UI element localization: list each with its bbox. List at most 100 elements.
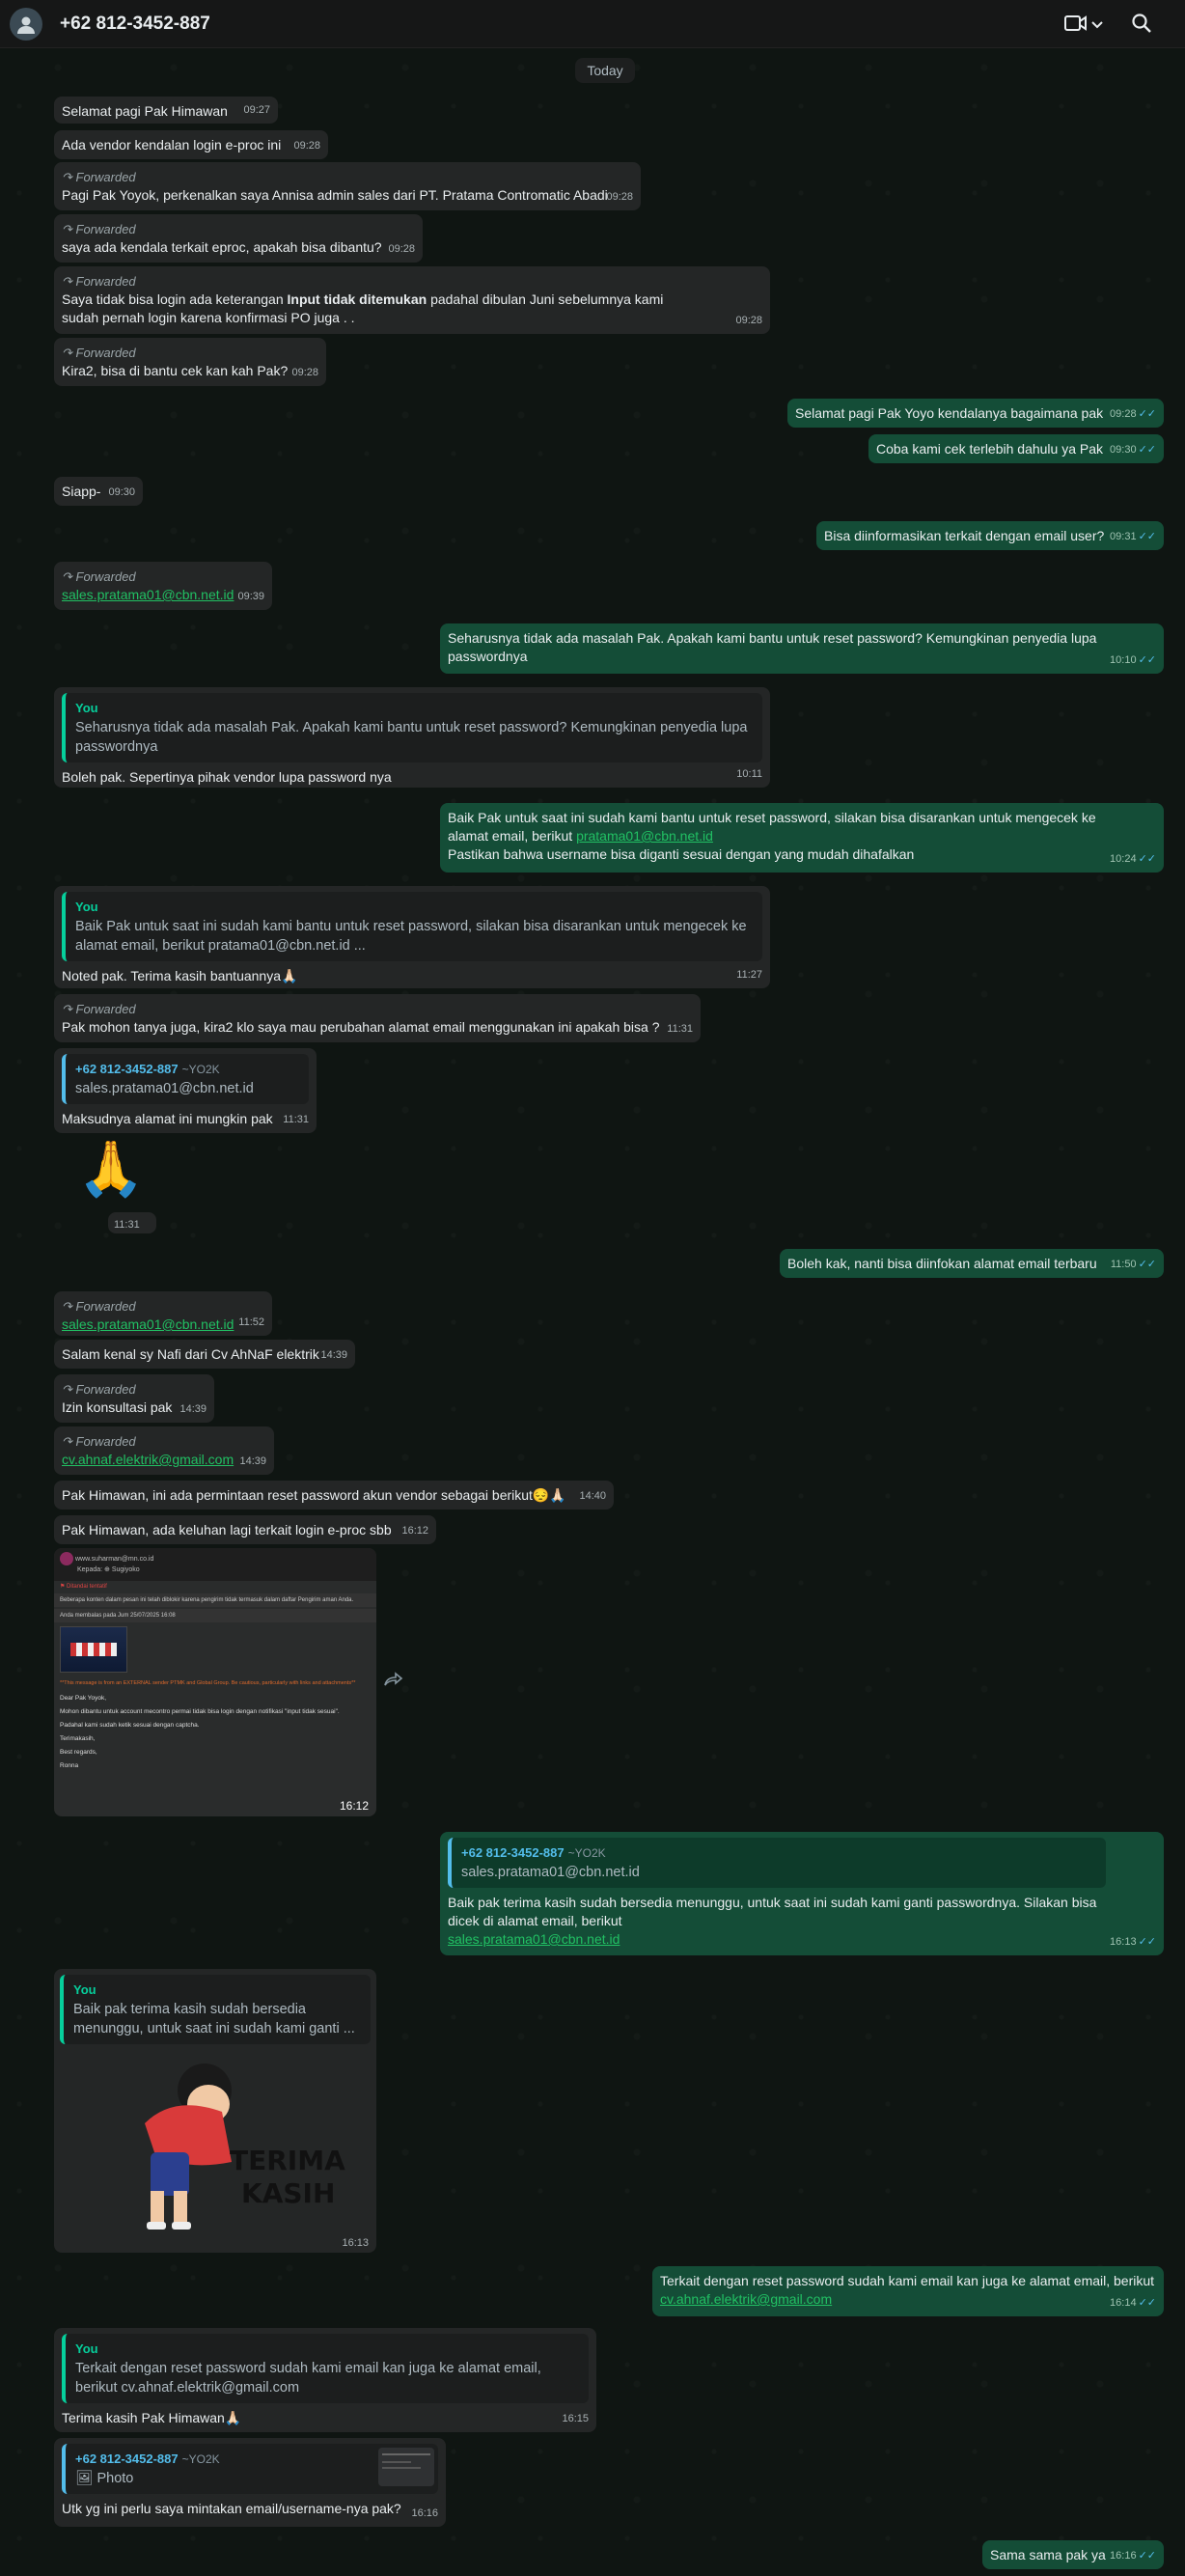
- quoted-sender: +62 812-3452-887 ~YO2K: [75, 2451, 220, 2466]
- message-time: 16:13 ✓✓: [1110, 1936, 1156, 1948]
- message-text: Baik Pak untuk saat ini sudah kami bantu…: [448, 810, 1096, 844]
- terima-kasih-sticker: TERIMA KASIH: [116, 2056, 345, 2239]
- quoted-text: sales.pratama01@cbn.net.id: [461, 1865, 640, 1880]
- message-time: 10:24 ✓✓: [1110, 853, 1156, 865]
- quoted-sender: You: [75, 900, 98, 914]
- outgoing-message[interactable]: Boleh kak, nanti bisa diinfokan alamat e…: [780, 1249, 1164, 1278]
- chevron-down-icon[interactable]: [1090, 17, 1104, 35]
- message-time: 16:15: [562, 2413, 589, 2424]
- video-call-icon[interactable]: [1063, 13, 1089, 39]
- incoming-message[interactable]: ↷ Forwarded cv.ahnaf.elektrik@gmail.com …: [54, 1426, 274, 1475]
- sticker-reply-message[interactable]: You Baik pak terima kasih sudah bersedia…: [54, 1969, 376, 2253]
- message-time: 09:28 ✓✓: [1110, 408, 1156, 420]
- message-time: 11:31: [114, 1219, 140, 1231]
- message-text: Selamat pagi Pak Yoyo kendalanya bagaima…: [795, 405, 1104, 421]
- forward-share-icon[interactable]: [384, 1672, 403, 1692]
- message-time: 09:28: [735, 315, 762, 326]
- incoming-message[interactable]: ↷ Forwarded Pagi Pak Yoyok, perkenalkan …: [54, 162, 641, 210]
- message-time: 09:28: [606, 191, 633, 203]
- message-time: 11:31: [283, 1114, 309, 1125]
- message-text: Ada vendor kendalan login e-proc ini: [62, 137, 282, 152]
- incoming-reply-message[interactable]: You Seharusnya tidak ada masalah Pak. Ap…: [54, 687, 770, 788]
- incoming-reply-message[interactable]: +62 812-3452-887 ~YO2K sales.pratama01@cb…: [54, 1048, 317, 1133]
- incoming-message[interactable]: ↷ Forwarded Saya tidak bisa login ada ke…: [54, 266, 770, 334]
- read-ticks-icon: ✓✓: [1138, 853, 1156, 865]
- avatar-icon[interactable]: [10, 8, 42, 41]
- forwarded-label: ↷ Forwarded: [62, 222, 136, 236]
- read-ticks-icon: ✓✓: [1138, 1936, 1156, 1948]
- message-text: Noted pak. Terima kasih bantuannya🙏🏻: [62, 968, 298, 983]
- forwarded-label: ↷ Forwarded: [62, 274, 136, 289]
- quoted-text: sales.pratama01@cbn.net.id: [75, 1081, 254, 1096]
- praying-hands-emoji[interactable]: 🙏: [77, 1137, 145, 1201]
- read-ticks-icon: ✓✓: [1138, 408, 1156, 420]
- incoming-reply-message[interactable]: You Terkait dengan reset password sudah …: [54, 2328, 596, 2432]
- sticker-text: TERIMA: [230, 2145, 345, 2176]
- message-time: 16:14 ✓✓: [1110, 2297, 1156, 2309]
- email-link[interactable]: cv.ahnaf.elektrik@gmail.com: [660, 2291, 832, 2307]
- incoming-message[interactable]: ↷ Forwarded Izin konsultasi pak 14:39: [54, 1374, 214, 1423]
- forwarded-label: ↷ Forwarded: [62, 569, 136, 584]
- photo-thumbnail: [378, 2448, 434, 2486]
- incoming-reply-message[interactable]: You Baik Pak untuk saat ini sudah kami b…: [54, 886, 770, 988]
- message-time: 09:28: [293, 140, 320, 152]
- quoted-message[interactable]: +62 812-3452-887 ~YO2K 🖼 Photo: [62, 2444, 438, 2494]
- incoming-message[interactable]: Selamat pagi Pak Himawan 09:27: [54, 97, 278, 124]
- quoted-sender: You: [75, 2341, 98, 2356]
- email-link[interactable]: sales.pratama01@cbn.net.id: [62, 1316, 234, 1332]
- outgoing-message[interactable]: Baik Pak untuk saat ini sudah kami bantu…: [440, 803, 1164, 873]
- quoted-text: Baik Pak untuk saat ini sudah kami bantu…: [75, 919, 747, 954]
- incoming-message[interactable]: Ada vendor kendalan login e-proc ini 09:…: [54, 130, 328, 159]
- quoted-message[interactable]: You Baik Pak untuk saat ini sudah kami b…: [62, 892, 762, 961]
- incoming-message[interactable]: ↷ Forwarded Pak mohon tanya juga, kira2 …: [54, 994, 701, 1042]
- email-link[interactable]: pratama01@cbn.net.id: [576, 828, 713, 844]
- outgoing-message[interactable]: Coba kami cek terlebih dahulu ya Pak 09:…: [868, 434, 1164, 463]
- search-icon[interactable]: [1131, 13, 1152, 39]
- outgoing-reply-message[interactable]: +62 812-3452-887 ~YO2K sales.pratama01@cb…: [440, 1832, 1164, 1955]
- email-header: www.suharman@mn.co.id Kepada: ⊕ Sugiyoko: [54, 1548, 376, 1581]
- message-time: 09:31 ✓✓: [1110, 531, 1156, 542]
- image-message[interactable]: www.suharman@mn.co.id Kepada: ⊕ Sugiyoko…: [54, 1548, 376, 1816]
- incoming-message[interactable]: Siapp- 09:30: [54, 477, 143, 506]
- email-notice: Anda membalas pada Jum 25/07/2025 16:08: [54, 1609, 376, 1622]
- message-time: 11:27: [736, 969, 762, 981]
- quoted-sender: You: [73, 1982, 96, 1997]
- incoming-message[interactable]: Salam kenal sy Nafi dari Cv AhNaF elektr…: [54, 1340, 355, 1369]
- message-text: saya ada kendala terkait eproc, apakah b…: [62, 239, 382, 255]
- quoted-sender: You: [75, 701, 98, 715]
- outgoing-message[interactable]: Bisa diinformasikan terkait dengan email…: [816, 521, 1164, 550]
- incoming-reply-message[interactable]: +62 812-3452-887 ~YO2K 🖼 Photo Utk yg ini…: [54, 2438, 446, 2527]
- forwarded-label: ↷ Forwarded: [62, 1299, 136, 1314]
- quoted-message[interactable]: +62 812-3452-887 ~YO2K sales.pratama01@cb…: [62, 1054, 309, 1104]
- date-separator: Today: [575, 58, 635, 83]
- outgoing-message[interactable]: Sama sama pak ya 16:16 ✓✓: [982, 2540, 1164, 2569]
- message-text: Kira2, bisa di bantu cek kan kah Pak?: [62, 363, 289, 378]
- incoming-message[interactable]: ↷ Forwarded saya ada kendala terkait epr…: [54, 214, 423, 263]
- incoming-message[interactable]: ↷ Forwarded sales.pratama01@cbn.net.id 1…: [54, 1291, 272, 1336]
- outgoing-message[interactable]: Terkait dengan reset password sudah kami…: [652, 2266, 1164, 2316]
- incoming-message[interactable]: Pak Himawan, ini ada permintaan reset pa…: [54, 1481, 614, 1510]
- message-time: 14:40: [579, 1490, 606, 1502]
- incoming-message[interactable]: ↷ Forwarded sales.pratama01@cbn.net.id 0…: [54, 562, 272, 610]
- outgoing-message[interactable]: Selamat pagi Pak Yoyo kendalanya bagaima…: [787, 399, 1164, 428]
- photo-icon: 🖼: [75, 2471, 94, 2486]
- quoted-message[interactable]: You Baik pak terima kasih sudah bersedia…: [60, 1975, 371, 2044]
- outgoing-message[interactable]: Seharusnya tidak ada masalah Pak. Apakah…: [440, 623, 1164, 674]
- quoted-message[interactable]: You Seharusnya tidak ada masalah Pak. Ap…: [62, 693, 762, 762]
- quoted-message[interactable]: +62 812-3452-887 ~YO2K sales.pratama01@cb…: [448, 1838, 1106, 1888]
- email-warning: **This message is from an EXTERNAL sende…: [60, 1680, 356, 1686]
- read-ticks-icon: ✓✓: [1138, 654, 1156, 666]
- message-time: 14:39: [320, 1349, 347, 1361]
- email-link[interactable]: cv.ahnaf.elektrik@gmail.com: [62, 1452, 234, 1467]
- email-link[interactable]: sales.pratama01@cbn.net.id: [62, 587, 234, 602]
- message-time: 09:30 ✓✓: [1110, 444, 1156, 456]
- contact-name[interactable]: +62 812-3452-887: [60, 14, 210, 35]
- message-text: Coba kami cek terlebih dahulu ya Pak: [876, 441, 1104, 457]
- quoted-message[interactable]: You Terkait dengan reset password sudah …: [62, 2334, 589, 2403]
- incoming-message[interactable]: ↷ Forwarded Kira2, bisa di bantu cek kan…: [54, 338, 326, 386]
- email-link[interactable]: sales.pratama01@cbn.net.id: [448, 1931, 620, 1947]
- thumbnail-line: [382, 2467, 421, 2469]
- message-text: Pak mohon tanya juga, kira2 klo saya mau…: [62, 1019, 660, 1035]
- incoming-message[interactable]: Pak Himawan, ada keluhan lagi terkait lo…: [54, 1515, 436, 1544]
- sticker-text: KASIH: [241, 2177, 336, 2209]
